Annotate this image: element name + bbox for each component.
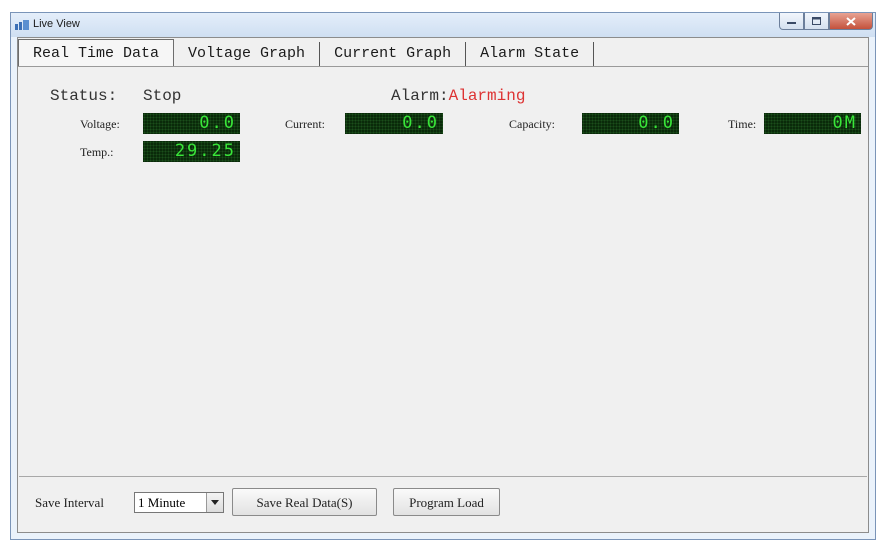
status-value: Stop — [143, 87, 182, 105]
tab-bar: Real Time Data Voltage Graph Current Gra… — [18, 38, 595, 67]
window-controls — [779, 13, 873, 31]
minimize-icon — [787, 22, 796, 24]
real-time-data-panel: Status: Stop Alarm:Alarming Voltage: 0.0… — [18, 66, 868, 533]
alarm-value: Alarming — [448, 87, 526, 105]
maximize-button[interactable] — [804, 13, 829, 30]
client-area: Real Time Data Voltage Graph Current Gra… — [17, 37, 869, 533]
tab-alarm-state[interactable]: Alarm State — [466, 42, 595, 66]
temp-display: 29.25 — [143, 141, 240, 162]
time-display: 0M — [764, 113, 861, 134]
tab-current-graph[interactable]: Current Graph — [320, 42, 467, 66]
minimize-button[interactable] — [779, 13, 804, 30]
live-view-window: Live View Real Time Data Voltage Graph C… — [10, 12, 876, 540]
voltage-label: Voltage: — [80, 117, 120, 131]
save-interval-label: Save Interval — [35, 495, 104, 510]
save-interval-value: 1 Minute — [138, 495, 186, 510]
tab-voltage-graph[interactable]: Voltage Graph — [174, 42, 321, 66]
chevron-down-icon — [211, 500, 219, 505]
status-label: Status: — [50, 87, 118, 105]
close-icon — [846, 16, 856, 26]
capacity-display: 0.0 — [582, 113, 679, 134]
voltage-display: 0.0 — [143, 113, 240, 134]
save-interval-select[interactable]: 1 Minute — [134, 492, 224, 513]
app-icon — [15, 20, 29, 30]
current-label: Current: — [285, 117, 325, 131]
current-display: 0.0 — [345, 113, 443, 134]
maximize-icon — [812, 17, 821, 25]
dropdown-arrow-icon[interactable] — [206, 493, 223, 512]
title-bar[interactable]: Live View — [11, 13, 875, 37]
capacity-label: Capacity: — [509, 117, 555, 131]
tab-real-time-data[interactable]: Real Time Data — [18, 39, 175, 67]
alarm-label: Alarm: — [391, 87, 449, 105]
alarm-indicator: Alarm:Alarming — [391, 87, 525, 105]
bottom-toolbar: Save Interval 1 Minute Save Real Data(S)… — [19, 476, 867, 531]
time-label: Time: — [728, 117, 757, 131]
program-load-button[interactable]: Program Load — [393, 488, 500, 516]
temp-label: Temp.: — [80, 145, 114, 159]
save-real-data-button[interactable]: Save Real Data(S) — [232, 488, 377, 516]
close-button[interactable] — [829, 13, 873, 30]
window-title: Live View — [33, 18, 80, 30]
